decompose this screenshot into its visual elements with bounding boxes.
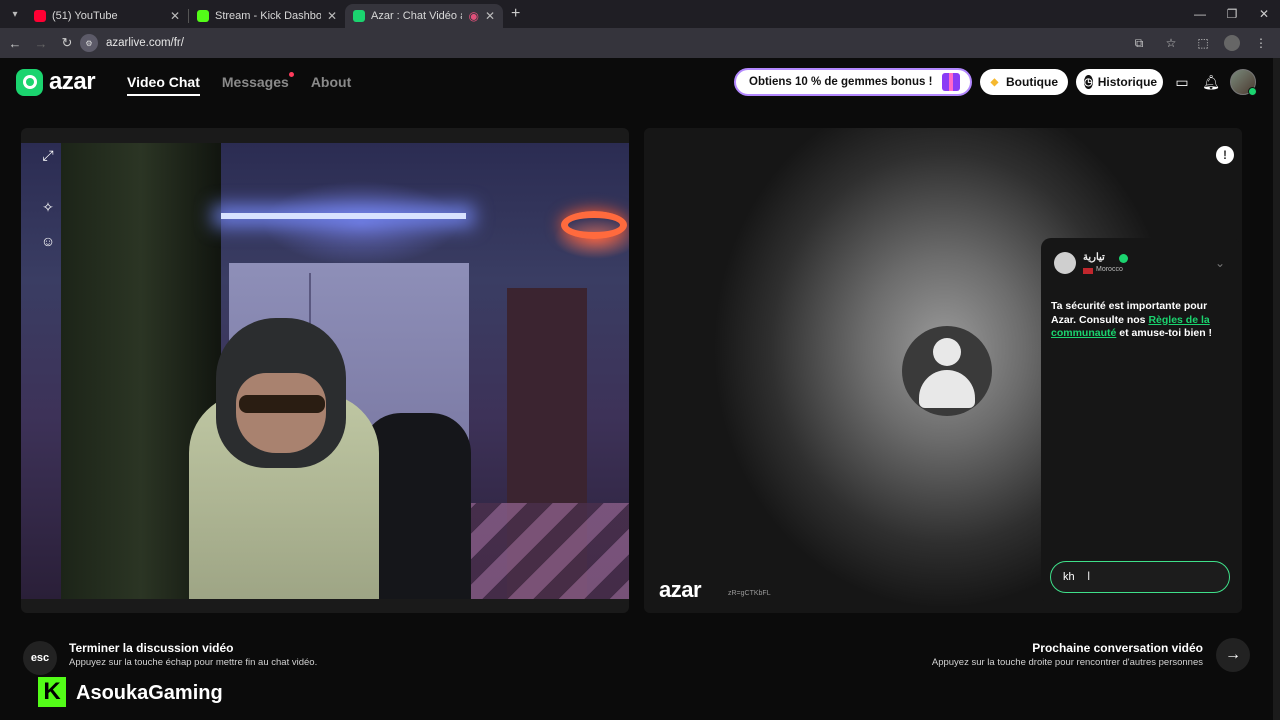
- my-video-panel: ⤢ ✧ ☺: [21, 128, 629, 613]
- person-head-icon: [933, 338, 961, 366]
- extensions-icon[interactable]: ⬚: [1192, 32, 1214, 54]
- next-chat-title: Prochaine conversation vidéo: [1032, 641, 1203, 655]
- recording-icon: ◉: [468, 9, 479, 23]
- site-info-icon[interactable]: ⚙: [80, 34, 98, 52]
- shop-button[interactable]: ◆ Boutique: [980, 69, 1068, 95]
- logo-text: azar: [49, 68, 96, 95]
- tab-label: Stream - Kick Dashboard: [215, 10, 321, 22]
- expand-icon[interactable]: ⤢: [37, 144, 59, 166]
- address-bar[interactable]: ⚙ azarlive.com/fr/: [80, 32, 1160, 54]
- end-chat-description: Appuyez sur la touche échap pour mettre …: [69, 657, 318, 668]
- url-text[interactable]: azarlive.com/fr/: [106, 37, 184, 49]
- profile-icon[interactable]: [1224, 35, 1240, 51]
- new-tab-icon[interactable]: +: [511, 5, 520, 23]
- browser-actions: ⧉ ☆ ⬚ ⋮: [1128, 32, 1272, 54]
- person-body-icon: [919, 370, 975, 408]
- next-chat-description: Appuyez sur la touche droite pour rencon…: [931, 657, 1203, 668]
- azar-page: azar Video Chat Messages About Obtiens 1…: [0, 58, 1280, 720]
- chat-panel: تيارية Morocco ⌄ Ta sécurité est importa…: [1041, 238, 1241, 604]
- close-tab-icon[interactable]: ✕: [327, 9, 337, 23]
- promo-label: Obtiens 10 % de gemmes bonus !: [749, 76, 933, 88]
- clock-icon: ◷: [1084, 75, 1093, 89]
- azar-favicon-icon: [353, 10, 365, 22]
- tab-kick-dashboard[interactable]: Stream - Kick Dashboard ✕: [189, 4, 345, 28]
- safety-text-end: et amuse-toi bien !: [1116, 327, 1213, 339]
- chat-message-input[interactable]: [1050, 561, 1230, 593]
- nav-messages[interactable]: Messages: [221, 72, 294, 96]
- streamer-name: AsoukaGaming: [76, 682, 223, 704]
- bookmark-star-icon[interactable]: ☆: [1160, 32, 1182, 54]
- face-filter-icon[interactable]: ☺: [37, 230, 59, 252]
- kick-logo-icon: K: [38, 677, 66, 707]
- main-nav: Video Chat Messages About: [127, 72, 351, 96]
- safety-message: Ta sécurité est importante pour Azar. Co…: [1051, 300, 1231, 341]
- tab-label: (51) YouTube: [52, 10, 118, 22]
- camera-scene: [561, 211, 627, 239]
- azar-watermark: azar: [659, 577, 702, 602]
- kick-favicon-icon: [197, 10, 209, 22]
- next-chat-arrow-button[interactable]: →: [1216, 638, 1250, 672]
- session-id: zR=gCTKbFL: [728, 590, 771, 597]
- camera-scene: [221, 213, 466, 219]
- minimize-icon[interactable]: —: [1184, 0, 1216, 28]
- online-badge: [1248, 87, 1257, 96]
- browser-tab-bar: ▾ (51) YouTube ✕ Stream - Kick Dashboard…: [0, 0, 1280, 28]
- end-chat-esc-button[interactable]: esc: [23, 641, 57, 675]
- close-window-icon[interactable]: ✕: [1248, 0, 1280, 28]
- tab-azar[interactable]: Azar : Chat Vidéo avec de ◉ ✕: [345, 4, 503, 28]
- camera-scene: [236, 373, 326, 453]
- camera-scene: [451, 503, 629, 599]
- azar-logo[interactable]: azar: [16, 68, 96, 96]
- bell-icon[interactable]: 🔔︎: [1201, 72, 1221, 92]
- nav-about[interactable]: About: [311, 74, 351, 96]
- peer-placeholder-avatar: [902, 326, 992, 416]
- forward-icon[interactable]: →: [30, 32, 52, 54]
- peer-video-panel: ! azar zR=gCTKbFL تيارية Morocco ⌄ Ta sé…: [644, 128, 1242, 613]
- morocco-flag-icon: [1083, 268, 1093, 274]
- my-camera-feed: [21, 143, 629, 599]
- window-controls: — ❐ ✕: [1184, 0, 1280, 28]
- peer-country: Morocco: [1096, 266, 1123, 273]
- shop-label: Boutique: [1006, 75, 1058, 89]
- browser-toolbar: ← → ↻ ⚙ azarlive.com/fr/ ⧉ ☆ ⬚ ⋮: [0, 28, 1280, 58]
- end-chat-title: Terminer la discussion vidéo: [69, 641, 234, 655]
- report-icon[interactable]: !: [1216, 146, 1234, 164]
- scrollbar[interactable]: [1273, 58, 1280, 720]
- peer-name: تيارية: [1083, 252, 1105, 263]
- collapse-chevron-icon[interactable]: ⌄: [1215, 256, 1225, 270]
- close-tab-icon[interactable]: ✕: [485, 9, 495, 23]
- reload-icon[interactable]: ↻: [56, 32, 78, 54]
- nav-messages-label: Messages: [221, 74, 289, 90]
- youtube-favicon-icon: [34, 10, 46, 22]
- history-label: Historique: [1097, 75, 1158, 89]
- gem-icon: ◆: [990, 76, 999, 88]
- notification-dot: [288, 72, 294, 77]
- menu-kebab-icon[interactable]: ⋮: [1250, 32, 1272, 54]
- back-icon[interactable]: ←: [4, 32, 26, 54]
- tab-search-chevron-icon[interactable]: ▾: [4, 3, 26, 25]
- verified-shield-icon: [1119, 254, 1128, 263]
- text-cursor-icon: I: [1087, 569, 1091, 583]
- azar-logo-mark-icon: [16, 68, 43, 96]
- inbox-icon[interactable]: ▭: [1172, 72, 1192, 92]
- gem-bonus-promo-button[interactable]: Obtiens 10 % de gemmes bonus !: [734, 68, 972, 96]
- peer-avatar[interactable]: [1054, 252, 1076, 274]
- magic-wand-icon[interactable]: ✧: [37, 196, 59, 218]
- camera-scene: [239, 395, 325, 413]
- gift-icon: [942, 73, 960, 91]
- tab-label: Azar : Chat Vidéo avec de: [371, 10, 462, 22]
- nav-video-chat[interactable]: Video Chat: [127, 74, 200, 96]
- history-button[interactable]: ◷ Historique: [1076, 69, 1163, 95]
- cast-icon[interactable]: ⧉: [1128, 32, 1150, 54]
- restore-icon[interactable]: ❐: [1216, 0, 1248, 28]
- tab-youtube[interactable]: (51) YouTube ✕: [26, 4, 188, 28]
- close-tab-icon[interactable]: ✕: [170, 9, 180, 23]
